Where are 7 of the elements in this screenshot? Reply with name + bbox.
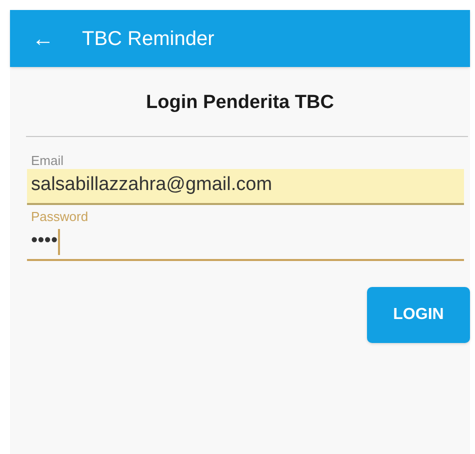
field-label: Password <box>31 208 90 224</box>
app-title: TBC Reminder <box>82 26 214 52</box>
password-field[interactable]: •••• <box>27 224 464 260</box>
page-heading: Login Penderita TBC <box>146 91 334 115</box>
email-field[interactable]: salsabillazzahra@gmail.com <box>27 168 464 204</box>
field-label: Email <box>31 152 65 168</box>
text-cursor <box>58 228 60 254</box>
